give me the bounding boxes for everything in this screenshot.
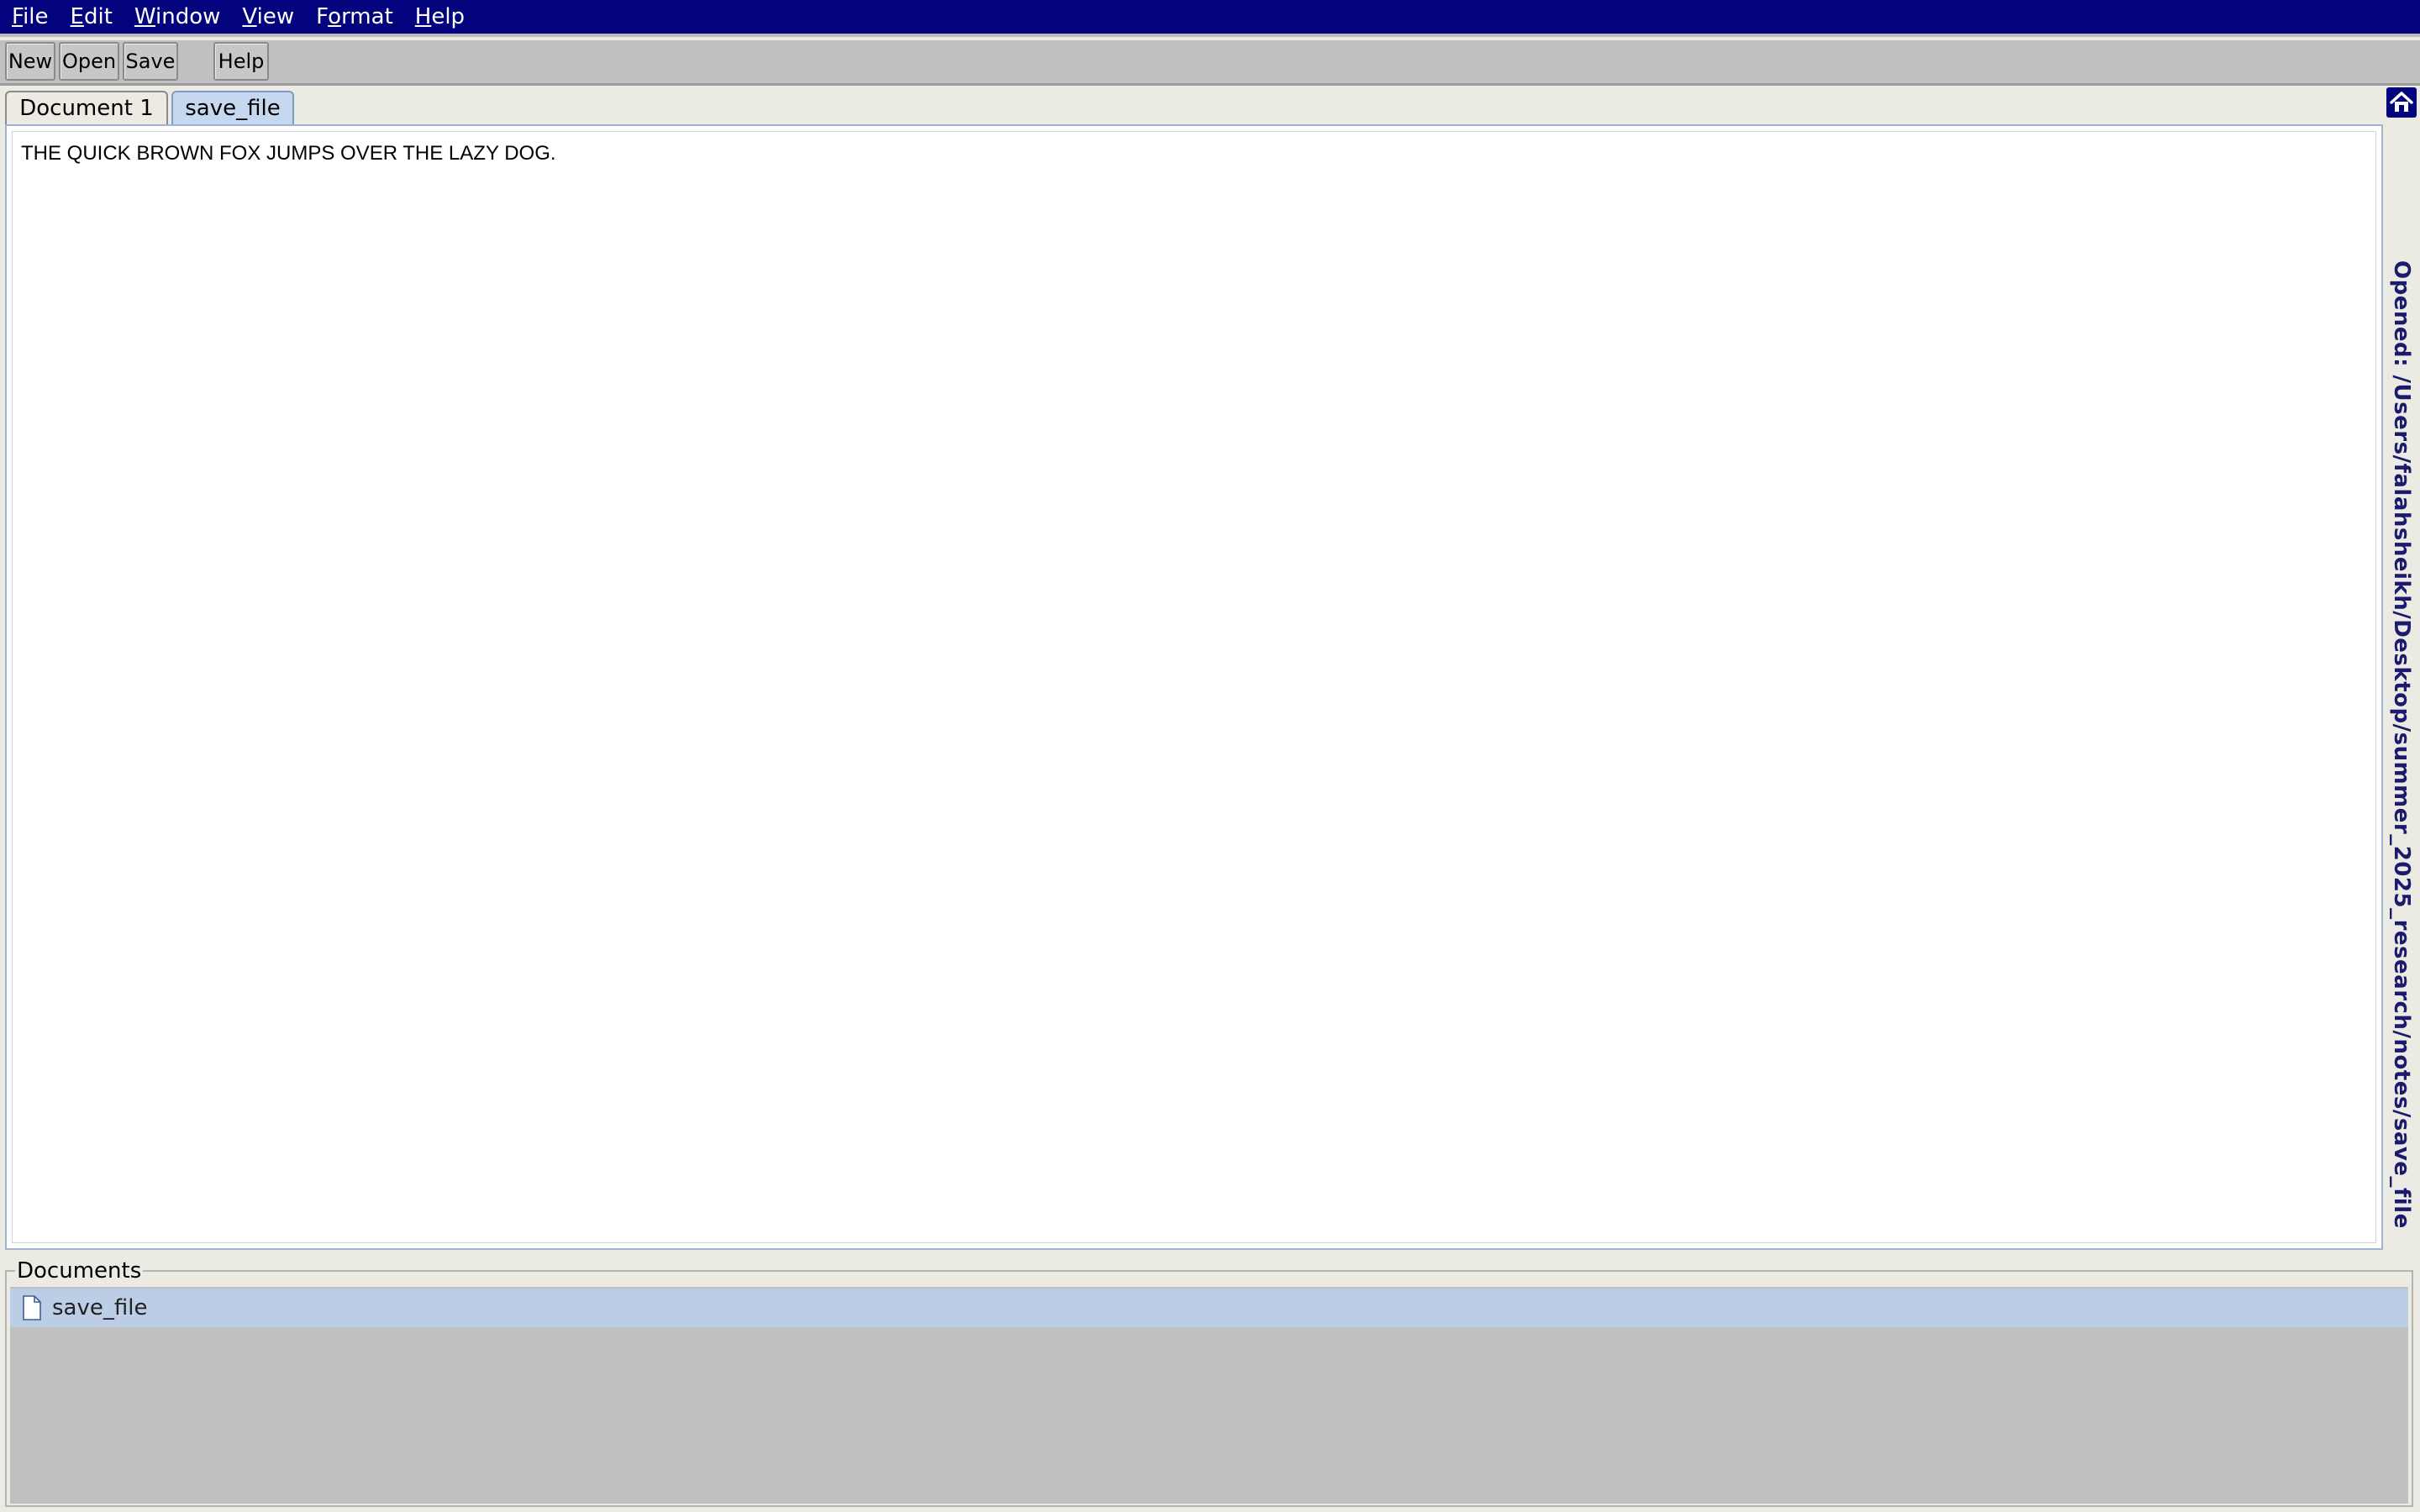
toolbar: New Open Save Help bbox=[0, 40, 2420, 86]
home-icon bbox=[2390, 92, 2413, 112]
opened-path-status: Opened: /Users/falahsheikh/Desktop/summe… bbox=[2389, 260, 2414, 1229]
menu-edit[interactable]: Edit bbox=[71, 0, 113, 35]
editor-text-area[interactable]: THE QUICK BROWN FOX JUMPS OVER THE LAZY … bbox=[12, 131, 2376, 1243]
document-name: save_file bbox=[52, 1295, 148, 1320]
list-item[interactable]: save_file bbox=[10, 1289, 2408, 1327]
menu-help[interactable]: Help bbox=[415, 0, 465, 35]
tab-document-1[interactable]: Document 1 bbox=[5, 91, 168, 124]
new-button[interactable]: New bbox=[5, 42, 55, 81]
open-button[interactable]: Open bbox=[59, 42, 119, 81]
home-button[interactable] bbox=[2386, 87, 2417, 118]
menu-bar: File Edit Window View Format Help bbox=[0, 0, 2420, 37]
document-icon bbox=[23, 1295, 41, 1320]
documents-list[interactable]: save_file bbox=[10, 1287, 2408, 1504]
editor-content[interactable]: THE QUICK BROWN FOX JUMPS OVER THE LAZY … bbox=[21, 142, 556, 165]
tab-save-file[interactable]: save_file bbox=[171, 91, 294, 124]
menu-file[interactable]: File bbox=[12, 0, 49, 35]
menu-window[interactable]: Window bbox=[134, 0, 221, 35]
menu-format[interactable]: Format bbox=[316, 0, 393, 35]
save-button[interactable]: Save bbox=[123, 42, 178, 81]
menu-view[interactable]: View bbox=[242, 0, 294, 35]
documents-title: Documents bbox=[15, 1258, 144, 1284]
help-button[interactable]: Help bbox=[213, 42, 269, 81]
editor-pane: THE QUICK BROWN FOX JUMPS OVER THE LAZY … bbox=[5, 124, 2383, 1250]
